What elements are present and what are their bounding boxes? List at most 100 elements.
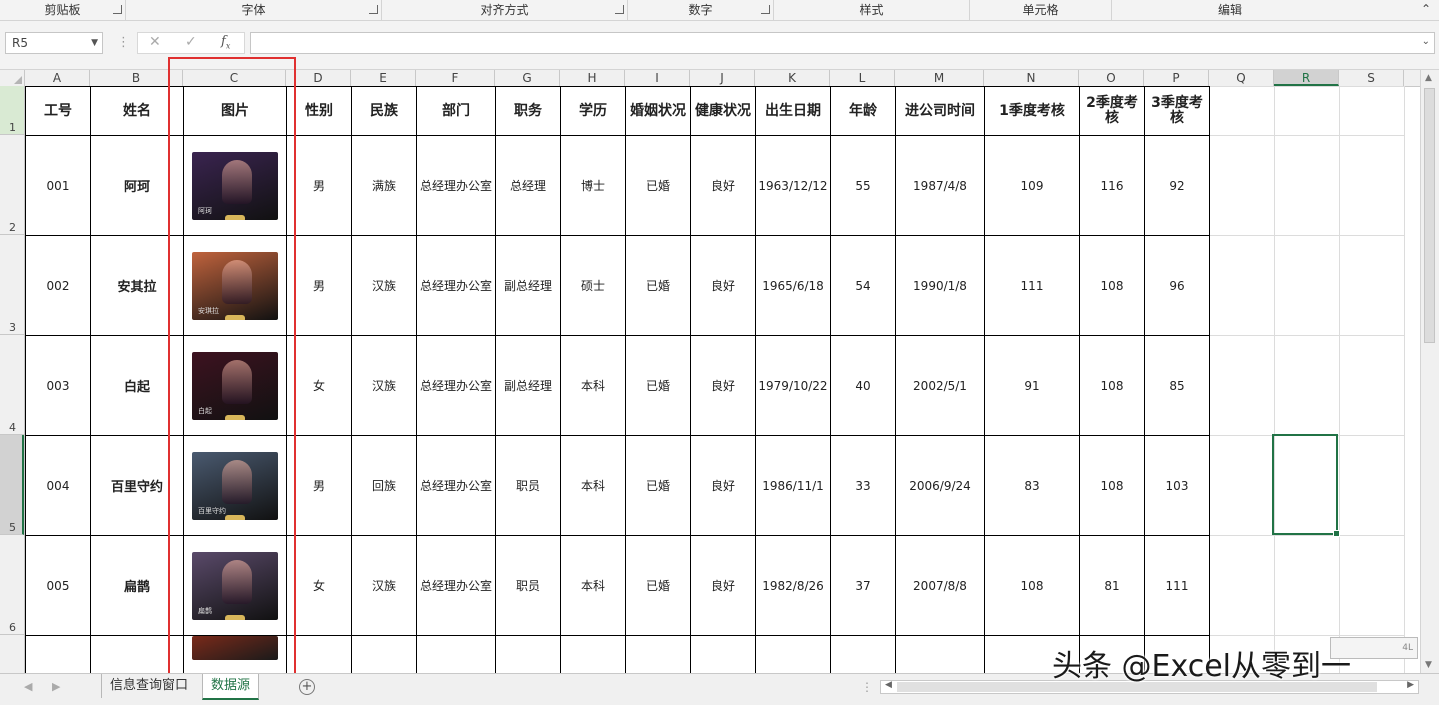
id-cell[interactable]: 002 [25, 235, 91, 336]
health-cell[interactable]: 良好 [690, 535, 756, 636]
health-cell[interactable]: 良好 [690, 135, 756, 236]
row-header-1[interactable]: 1 [0, 86, 24, 135]
column-header-r[interactable]: R [1274, 70, 1339, 86]
health-cell[interactable]: 良好 [690, 435, 756, 536]
gender-cell[interactable]: 女 [286, 535, 352, 636]
cell[interactable] [830, 635, 896, 673]
q3-cell[interactable]: 103 [1144, 435, 1210, 536]
header-cell[interactable]: 学历 [560, 86, 626, 136]
row-header-4[interactable]: 4 [0, 335, 24, 435]
empty-cell[interactable] [1209, 435, 1275, 536]
add-sheet-icon[interactable]: + [299, 679, 315, 695]
empty-cell[interactable] [1209, 135, 1275, 236]
column-header-i[interactable]: I [625, 70, 690, 86]
chevron-down-icon[interactable]: ▼ [91, 33, 98, 53]
dialog-launcher-icon[interactable] [615, 5, 624, 14]
empty-cell[interactable] [1209, 535, 1275, 636]
edu-cell[interactable]: 本科 [560, 535, 626, 636]
q2-cell[interactable]: 108 [1079, 435, 1145, 536]
cell[interactable] [416, 635, 496, 673]
id-cell[interactable]: 005 [25, 535, 91, 636]
join-cell[interactable]: 2006/9/24 [895, 435, 985, 536]
empty-cell[interactable] [1339, 535, 1405, 636]
age-cell[interactable]: 33 [830, 435, 896, 536]
gender-cell[interactable]: 男 [286, 435, 352, 536]
empty-cell[interactable] [1209, 335, 1275, 436]
column-header-p[interactable]: P [1144, 70, 1209, 86]
column-header-j[interactable]: J [690, 70, 755, 86]
header-cell[interactable]: 出生日期 [755, 86, 831, 136]
column-header-o[interactable]: O [1079, 70, 1144, 86]
empty-cell[interactable] [1339, 435, 1405, 536]
join-cell[interactable]: 1987/4/8 [895, 135, 985, 236]
birth-cell[interactable]: 1982/8/26 [755, 535, 831, 636]
ethnicity-cell[interactable]: 回族 [351, 435, 417, 536]
id-cell[interactable]: 001 [25, 135, 91, 236]
empty-cell[interactable] [1339, 235, 1405, 336]
column-header-e[interactable]: E [351, 70, 416, 86]
column-header-k[interactable]: K [755, 70, 830, 86]
q2-cell[interactable]: 108 [1079, 235, 1145, 336]
edu-cell[interactable]: 博士 [560, 135, 626, 236]
ethnicity-cell[interactable]: 汉族 [351, 235, 417, 336]
edu-cell[interactable]: 本科 [560, 335, 626, 436]
ethnicity-cell[interactable]: 汉族 [351, 335, 417, 436]
birth-cell[interactable]: 1986/11/1 [755, 435, 831, 536]
edu-cell[interactable]: 本科 [560, 435, 626, 536]
name-box[interactable]: R5 ▼ [5, 32, 103, 54]
insert-function-icon[interactable]: fx [221, 34, 230, 51]
title-cell[interactable]: 副总经理 [495, 335, 561, 436]
scroll-thumb[interactable] [1424, 88, 1435, 343]
empty-cell[interactable] [1274, 135, 1340, 236]
cell[interactable] [286, 635, 352, 673]
marital-cell[interactable]: 已婚 [625, 435, 691, 536]
q3-cell[interactable]: 111 [1144, 535, 1210, 636]
row-header-3[interactable]: 3 [0, 235, 24, 335]
row-header-2[interactable]: 2 [0, 135, 24, 235]
join-cell[interactable]: 2002/5/1 [895, 335, 985, 436]
cell[interactable] [25, 635, 91, 673]
empty-cell[interactable] [1274, 86, 1340, 136]
dept-cell[interactable]: 总经理办公室 [416, 235, 496, 336]
dialog-launcher-icon[interactable] [761, 5, 770, 14]
header-cell[interactable]: 职务 [495, 86, 561, 136]
join-cell[interactable]: 1990/1/8 [895, 235, 985, 336]
column-header-a[interactable]: A [25, 70, 90, 86]
dept-cell[interactable]: 总经理办公室 [416, 135, 496, 236]
formula-input[interactable]: ⌄ [250, 32, 1435, 54]
sheet-tab-datasource[interactable]: 数据源 [202, 674, 260, 700]
q1-cell[interactable]: 111 [984, 235, 1080, 336]
header-cell[interactable]: 进公司时间 [895, 86, 985, 136]
header-cell[interactable]: 婚姻状况 [625, 86, 691, 136]
header-cell[interactable]: 工号 [25, 86, 91, 136]
tab-splitter-icon[interactable]: ⋮ [861, 680, 873, 694]
q2-cell[interactable]: 81 [1079, 535, 1145, 636]
cancel-icon[interactable]: ✕ [149, 34, 161, 50]
marital-cell[interactable]: 已婚 [625, 235, 691, 336]
empty-cell[interactable] [1339, 335, 1405, 436]
drag-handle-icon[interactable]: ⋮ [117, 35, 130, 50]
prev-sheet-icon[interactable]: ◀ [24, 680, 32, 693]
gender-cell[interactable]: 男 [286, 135, 352, 236]
select-all-corner[interactable] [0, 70, 25, 86]
dept-cell[interactable]: 总经理办公室 [416, 335, 496, 436]
id-cell[interactable]: 004 [25, 435, 91, 536]
empty-cell[interactable] [1339, 86, 1405, 136]
marital-cell[interactable]: 已婚 [625, 135, 691, 236]
expand-formula-bar-icon[interactable]: ⌄ [1422, 36, 1430, 47]
column-header-g[interactable]: G [495, 70, 560, 86]
next-sheet-icon[interactable]: ▶ [52, 680, 60, 693]
birth-cell[interactable]: 1963/12/12 [755, 135, 831, 236]
birth-cell[interactable]: 1979/10/22 [755, 335, 831, 436]
q2-cell[interactable]: 108 [1079, 335, 1145, 436]
cell[interactable] [351, 635, 417, 673]
header-cell[interactable]: 1季度考核 [984, 86, 1080, 136]
ethnicity-cell[interactable]: 汉族 [351, 535, 417, 636]
marital-cell[interactable]: 已婚 [625, 535, 691, 636]
edu-cell[interactable]: 硕士 [560, 235, 626, 336]
q3-cell[interactable]: 85 [1144, 335, 1210, 436]
age-cell[interactable]: 55 [830, 135, 896, 236]
empty-cell[interactable] [1274, 535, 1340, 636]
column-header-q[interactable]: Q [1209, 70, 1274, 86]
column-header-m[interactable]: M [895, 70, 984, 86]
